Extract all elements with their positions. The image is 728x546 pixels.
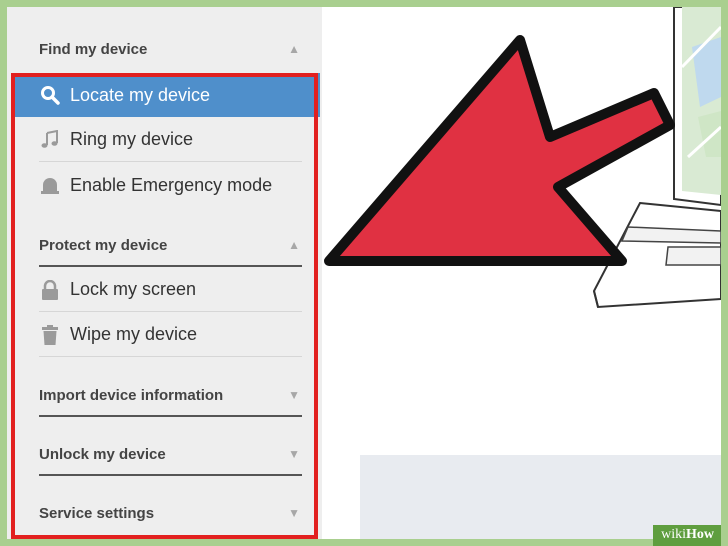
main-content-area — [322, 7, 721, 539]
section-title: Find my device — [39, 40, 148, 58]
watermark: wikiHow — [653, 525, 721, 546]
highlight-outline — [11, 73, 318, 539]
pointing-arrow — [324, 35, 675, 266]
watermark-prefix: wiki — [661, 527, 686, 542]
chevron-up-icon: ▲ — [288, 42, 300, 56]
watermark-suffix: How — [686, 527, 714, 542]
section-find-my-device[interactable]: Find my device ▲ — [39, 27, 302, 71]
